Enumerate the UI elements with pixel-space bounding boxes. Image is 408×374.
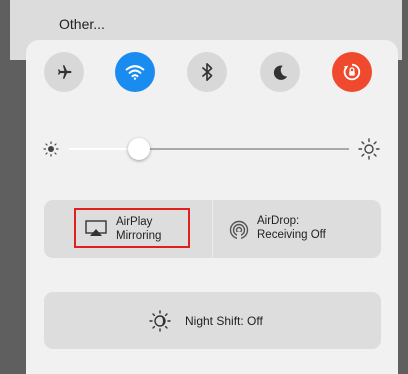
airplay-airdrop-module: AirPlay Mirroring AirDrop: Receiving Off xyxy=(44,200,381,258)
wifi-toggle[interactable] xyxy=(115,52,155,92)
do-not-disturb-toggle[interactable] xyxy=(260,52,300,92)
rotation-lock-icon xyxy=(343,63,361,81)
rotation-lock-toggle[interactable] xyxy=(332,52,372,92)
brightness-high-icon xyxy=(358,138,380,160)
bluetooth-icon xyxy=(201,63,213,81)
brightness-low-icon xyxy=(43,141,59,157)
bluetooth-toggle[interactable] xyxy=(187,52,227,92)
night-shift-icon xyxy=(149,310,171,332)
airplane-mode-toggle[interactable] xyxy=(44,52,84,92)
menu-item-other[interactable]: Other... xyxy=(59,16,105,32)
moon-icon xyxy=(273,65,288,80)
night-shift-label: Night Shift: Off xyxy=(185,314,263,328)
airplay-label: AirPlay Mirroring xyxy=(116,216,162,242)
airdrop-button[interactable]: AirDrop: Receiving Off xyxy=(213,200,381,258)
airplay-mirroring-button[interactable]: AirPlay Mirroring xyxy=(74,208,190,248)
night-shift-button[interactable]: Night Shift: Off xyxy=(44,292,381,349)
airplay-icon xyxy=(85,220,107,236)
brightness-slider-knob[interactable] xyxy=(128,138,150,160)
airdrop-icon xyxy=(229,220,249,240)
airplane-icon xyxy=(58,65,72,79)
wifi-icon xyxy=(125,65,145,80)
airdrop-label: AirDrop: Receiving Off xyxy=(257,215,326,241)
